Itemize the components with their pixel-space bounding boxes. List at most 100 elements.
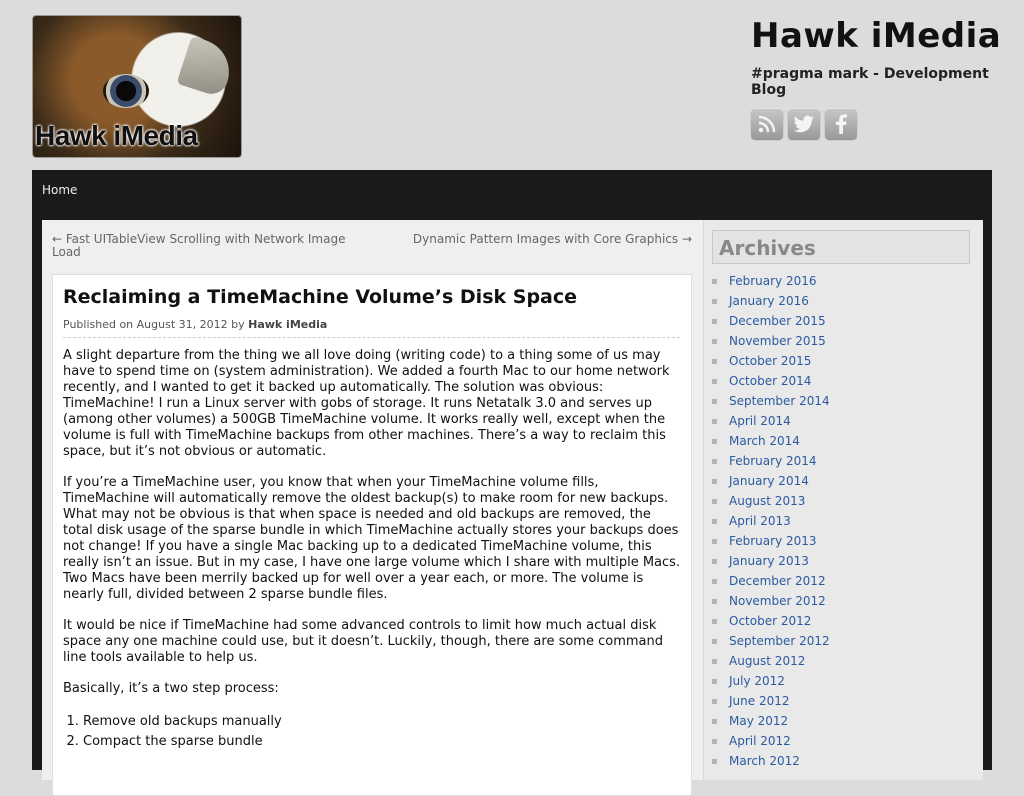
archives-widget-title: Archives [712, 230, 970, 264]
archive-item[interactable]: March 2014 [712, 431, 830, 451]
site-logo[interactable]: Hawk iMedia [33, 16, 241, 157]
post-title[interactable]: Reclaiming a TimeMachine Volume’s Disk S… [63, 286, 577, 308]
archive-link[interactable]: June 2012 [729, 691, 790, 711]
bullet-icon [712, 338, 717, 344]
archive-link[interactable]: July 2012 [729, 671, 785, 691]
bullet-icon [712, 298, 717, 304]
archive-item[interactable]: August 2012 [712, 651, 830, 671]
archive-link[interactable]: September 2012 [729, 631, 830, 651]
bullet-icon [712, 658, 717, 664]
post-paragraph: Basically, it’s a two step process: [63, 681, 279, 696]
bullet-icon [712, 518, 717, 524]
archive-link[interactable]: January 2016 [729, 291, 809, 311]
archive-item[interactable]: April 2013 [712, 511, 830, 531]
archive-link[interactable]: March 2012 [729, 751, 800, 771]
bullet-icon [712, 598, 717, 604]
bullet-icon [712, 438, 717, 444]
bullet-icon [712, 618, 717, 624]
archive-link[interactable]: February 2016 [729, 271, 817, 291]
archive-item[interactable]: January 2013 [712, 551, 830, 571]
archive-link[interactable]: April 2014 [729, 411, 791, 431]
archive-item[interactable]: February 2013 [712, 531, 830, 551]
step-item: Remove old backups manually [83, 712, 683, 732]
hawk-beak-graphic [176, 35, 238, 99]
archive-link[interactable]: October 2012 [729, 611, 811, 631]
archive-item[interactable]: June 2012 [712, 691, 830, 711]
bullet-icon [712, 718, 717, 724]
next-post-link[interactable]: Dynamic Pattern Images with Core Graphic… [413, 233, 692, 246]
post-author-link[interactable]: Hawk iMedia [248, 318, 327, 331]
archive-item[interactable]: February 2016 [712, 271, 830, 291]
archive-link[interactable]: April 2013 [729, 511, 791, 531]
archive-link[interactable]: May 2012 [729, 711, 788, 731]
bullet-icon [712, 738, 717, 744]
archive-item[interactable]: April 2012 [712, 731, 830, 751]
post-body: A slight departure from the thing we all… [63, 348, 683, 752]
logo-text: Hawk iMedia [35, 120, 198, 151]
archive-link[interactable]: December 2015 [729, 311, 826, 331]
bullet-icon [712, 458, 717, 464]
archive-item[interactable]: February 2014 [712, 451, 830, 471]
bullet-icon [712, 278, 717, 284]
archive-link[interactable]: November 2012 [729, 591, 826, 611]
bullet-icon [712, 498, 717, 504]
archive-item[interactable]: December 2012 [712, 571, 830, 591]
post-paragraph: It would be nice if TimeMachine had some… [63, 618, 663, 665]
archive-link[interactable]: February 2014 [729, 451, 817, 471]
archive-item[interactable]: January 2016 [712, 291, 830, 311]
bullet-icon [712, 358, 717, 364]
bullet-icon [712, 418, 717, 424]
archive-link[interactable]: February 2013 [729, 531, 817, 551]
archive-link[interactable]: April 2012 [729, 731, 791, 751]
post-date-text: Published on August 31, 2012 by [63, 318, 245, 331]
archive-link[interactable]: January 2014 [729, 471, 809, 491]
archive-item[interactable]: July 2012 [712, 671, 830, 691]
rss-icon[interactable] [751, 108, 783, 139]
bullet-icon [712, 558, 717, 564]
archive-link[interactable]: August 2012 [729, 651, 805, 671]
bullet-icon [712, 638, 717, 644]
bullet-icon [712, 758, 717, 764]
bullet-icon [712, 318, 717, 324]
post-paragraph: If you’re a TimeMachine user, you know t… [63, 475, 681, 602]
archive-link[interactable]: October 2014 [729, 371, 811, 391]
steps-list: Remove old backups manually Compact the … [63, 712, 683, 752]
previous-post-link[interactable]: ← Fast UITableView Scrolling with Networ… [52, 233, 352, 259]
archive-item[interactable]: September 2012 [712, 631, 830, 651]
archive-item[interactable]: October 2014 [712, 371, 830, 391]
archive-item[interactable]: December 2015 [712, 311, 830, 331]
bullet-icon [712, 578, 717, 584]
archive-link[interactable]: September 2014 [729, 391, 830, 411]
archive-item[interactable]: January 2014 [712, 471, 830, 491]
archive-link[interactable]: August 2013 [729, 491, 805, 511]
archive-link[interactable]: January 2013 [729, 551, 809, 571]
archive-item[interactable]: November 2015 [712, 331, 830, 351]
archive-item[interactable]: September 2014 [712, 391, 830, 411]
archive-link[interactable]: October 2015 [729, 351, 811, 371]
archive-item[interactable]: May 2012 [712, 711, 830, 731]
post-meta: Published on August 31, 2012 by Hawk iMe… [63, 318, 680, 338]
bullet-icon [712, 538, 717, 544]
archive-link[interactable]: March 2014 [729, 431, 800, 451]
bullet-icon [712, 378, 717, 384]
archive-item[interactable]: April 2014 [712, 411, 830, 431]
bullet-icon [712, 698, 717, 704]
social-links [751, 108, 857, 139]
archive-item[interactable]: August 2013 [712, 491, 830, 511]
bullet-icon [712, 398, 717, 404]
facebook-icon[interactable] [825, 108, 857, 139]
step-item: Compact the sparse bundle [83, 732, 683, 752]
archive-link[interactable]: December 2012 [729, 571, 826, 591]
archive-item[interactable]: October 2012 [712, 611, 830, 631]
archive-item[interactable]: March 2012 [712, 751, 830, 771]
archive-item[interactable]: November 2012 [712, 591, 830, 611]
twitter-icon[interactable] [788, 108, 820, 139]
archive-link[interactable]: November 2015 [729, 331, 826, 351]
site-tagline: #pragma mark - Development Blog [751, 66, 989, 98]
nav-home-link[interactable]: Home [42, 183, 77, 197]
site-title[interactable]: Hawk iMedia [751, 16, 1001, 56]
bullet-icon [712, 478, 717, 484]
archive-item[interactable]: October 2015 [712, 351, 830, 371]
bullet-icon [712, 678, 717, 684]
post-paragraph: A slight departure from the thing we all… [63, 348, 670, 459]
